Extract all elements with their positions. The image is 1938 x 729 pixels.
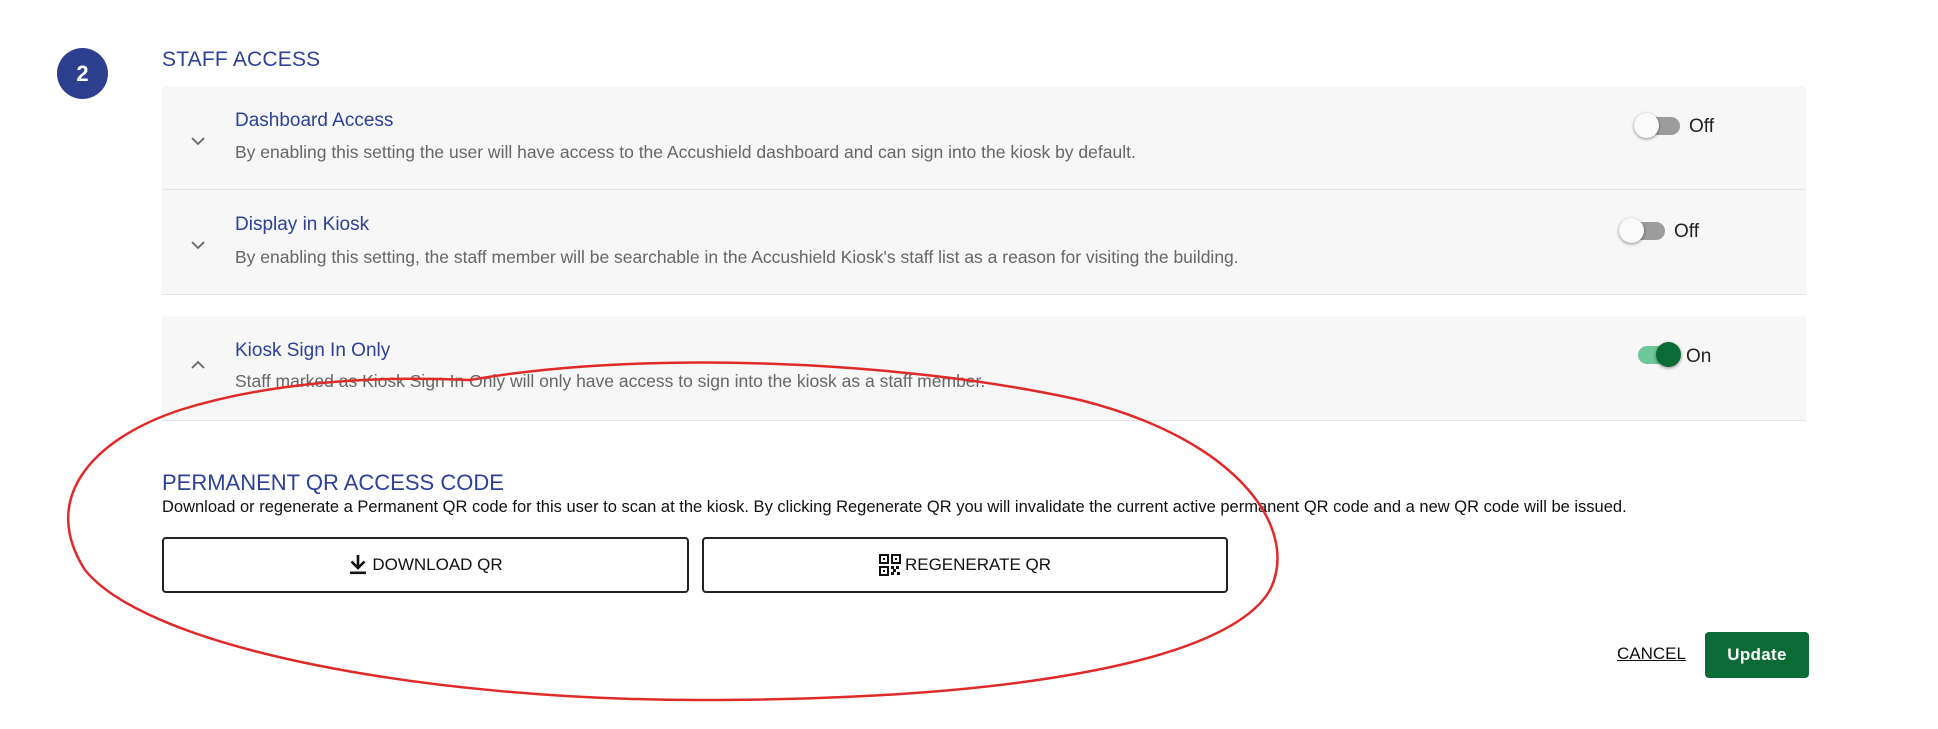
setting-description: By enabling this setting, the staff memb… xyxy=(235,247,1239,267)
update-button[interactable]: Update xyxy=(1705,632,1809,678)
step-badge: 2 xyxy=(57,48,108,99)
setting-panel-dashboard-access[interactable]: Dashboard Access By enabling this settin… xyxy=(162,86,1806,190)
setting-panel-kiosk-sign-in-only[interactable]: Kiosk Sign In Only Staff marked as Kiosk… xyxy=(162,316,1806,421)
download-qr-button[interactable]: DOWNLOAD QR xyxy=(162,537,689,593)
chevron-down-icon[interactable] xyxy=(189,132,207,150)
setting-description: By enabling this setting the user will h… xyxy=(235,142,1136,162)
setting-description: Staff marked as Kiosk Sign In Only will … xyxy=(235,371,986,391)
kiosk-sign-in-only-toggle[interactable] xyxy=(1634,342,1682,367)
toggle-state-label: On xyxy=(1686,346,1712,367)
cancel-button[interactable]: CANCEL xyxy=(1617,644,1686,664)
chevron-up-icon[interactable] xyxy=(189,355,207,373)
chevron-down-icon[interactable] xyxy=(189,236,207,254)
qr-code-icon xyxy=(878,554,901,576)
dashboard-access-toggle[interactable] xyxy=(1634,113,1682,138)
qr-section-description: Download or regenerate a Permanent QR co… xyxy=(162,498,1627,516)
setting-title: Dashboard Access xyxy=(235,110,394,131)
setting-panel-display-in-kiosk[interactable]: Display in Kiosk By enabling this settin… xyxy=(162,190,1806,295)
download-icon xyxy=(348,554,368,576)
regenerate-qr-label: REGENERATE QR xyxy=(904,555,1052,574)
setting-title: Kiosk Sign In Only xyxy=(235,340,391,361)
toggle-state-label: Off xyxy=(1674,221,1699,242)
section-title-permanent-qr: PERMANENT QR ACCESS CODE xyxy=(162,470,504,495)
download-qr-label: DOWNLOAD QR xyxy=(372,555,503,574)
display-in-kiosk-toggle[interactable] xyxy=(1619,218,1667,243)
toggle-state-label: Off xyxy=(1689,116,1714,137)
regenerate-qr-button[interactable]: REGENERATE QR xyxy=(702,537,1228,593)
toggle-knob xyxy=(1619,218,1644,243)
toggle-knob xyxy=(1656,342,1681,367)
toggle-knob xyxy=(1634,113,1659,138)
setting-title: Display in Kiosk xyxy=(235,214,370,235)
section-title-staff-access: STAFF ACCESS xyxy=(162,48,321,71)
